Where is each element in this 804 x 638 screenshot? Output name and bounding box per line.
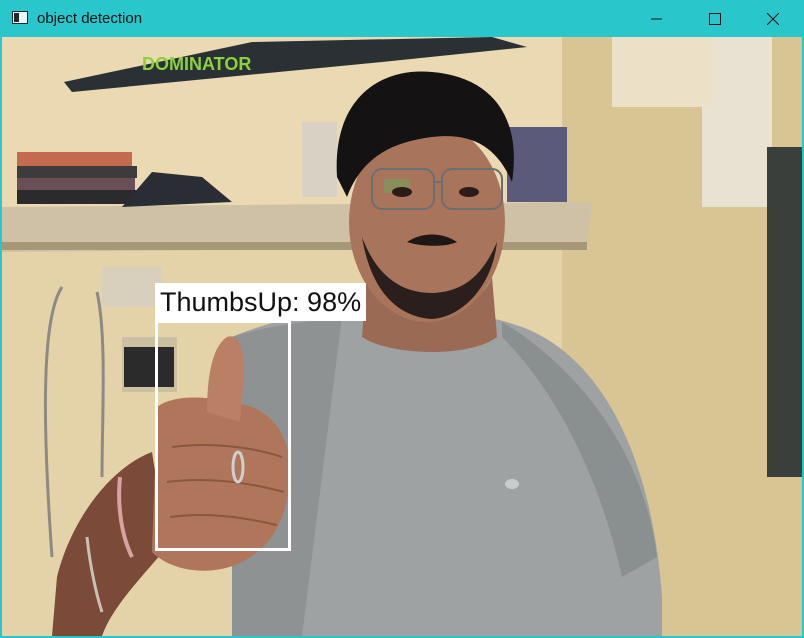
window-app-icon <box>12 11 28 24</box>
minimize-button[interactable] <box>628 0 686 37</box>
detection-label: ThumbsUp: 98% <box>155 283 367 321</box>
app-window: object detection DOMINATOR ThumbsUp: 98% <box>0 0 804 638</box>
close-button[interactable] <box>744 0 802 37</box>
board-text: DOMINATOR <box>142 54 251 74</box>
maximize-icon <box>709 12 721 25</box>
camera-frame-image: DOMINATOR <box>2 37 802 636</box>
window-title: object detection <box>37 10 143 27</box>
camera-feed: DOMINATOR <box>2 37 802 636</box>
detection-bounding-box <box>155 320 291 551</box>
maximize-button[interactable] <box>686 0 744 37</box>
title-bar[interactable]: object detection <box>0 0 804 37</box>
minimize-icon <box>651 18 662 19</box>
close-icon <box>767 12 779 25</box>
